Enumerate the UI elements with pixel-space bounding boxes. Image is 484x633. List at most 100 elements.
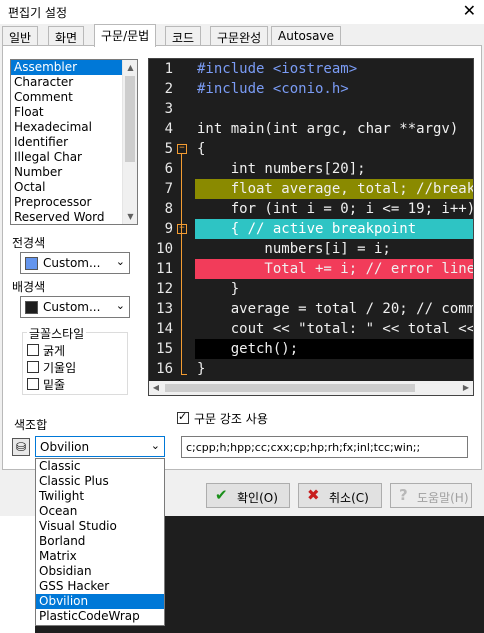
ok-button[interactable]: ✔ 확인(O): [206, 483, 290, 508]
font-style-group: 글꼴스타일 굵게 기울임 밑줄: [22, 325, 128, 395]
code-text: average = total / 20; // comment: [197, 301, 474, 317]
category-item[interactable]: Float: [11, 105, 137, 120]
line-number: 11: [156, 261, 173, 277]
line-number: 1: [164, 61, 173, 77]
editor-settings-dialog: 편집기 설정 ✕ 일반 화면 구문/문법 코드 구문완성 Autosave As…: [0, 0, 484, 516]
x-icon: ✖: [307, 486, 320, 504]
code-line: 2 #include <conio.h>: [149, 79, 473, 99]
category-item[interactable]: Number: [11, 165, 137, 180]
color-scheme-select[interactable]: Obvilion ⌄: [35, 436, 165, 457]
color-scheme-option[interactable]: Obsidian: [36, 564, 164, 579]
line-number: 14: [156, 321, 173, 337]
tab-code[interactable]: 코드: [165, 26, 202, 46]
chevron-down-icon: ⌄: [115, 255, 125, 268]
code-line: 14 cout << "total: " << total << "\n": [149, 319, 473, 339]
category-item[interactable]: Identifier: [11, 135, 137, 150]
line-number: 7: [164, 181, 173, 197]
foreground-label: 전경색: [12, 236, 46, 250]
code-text: { // active breakpoint: [197, 221, 417, 237]
category-item[interactable]: Assembler: [11, 60, 137, 75]
bold-checkbox[interactable]: [27, 344, 39, 356]
color-scheme-option[interactable]: GSS Hacker: [36, 579, 164, 594]
color-scheme-label: 색조합: [14, 418, 48, 432]
code-line: 11 Total += i; // error line: [149, 259, 474, 279]
bold-label: 굵게: [43, 344, 66, 358]
code-text: }: [197, 361, 206, 377]
foreground-color-select[interactable]: Custom... ⌄: [20, 252, 130, 274]
background-color-select[interactable]: Custom... ⌄: [20, 296, 130, 318]
color-scheme-option[interactable]: Twilight: [36, 489, 164, 504]
window-title: 편집기 설정: [8, 6, 68, 20]
color-scheme-option[interactable]: Classic Plus: [36, 474, 164, 489]
code-preview[interactable]: 1 #include <iostream> 2 #include <conio.h> 3…: [148, 58, 474, 396]
fold-guide-inner: [181, 233, 182, 297]
help-button[interactable]: ? 도움말(H): [390, 483, 472, 508]
tab-display[interactable]: 화면: [48, 26, 85, 46]
font-style-title: 글꼴스타일: [27, 325, 87, 342]
italic-label: 기울임: [43, 361, 77, 375]
line-number: 5: [164, 141, 173, 157]
fold-toggle-icon[interactable]: −: [177, 224, 187, 234]
code-line: 3: [149, 99, 473, 119]
category-item[interactable]: Illegal Char: [11, 150, 137, 165]
scroll-down-icon[interactable]: ▼: [123, 209, 137, 224]
color-scheme-option[interactable]: Ocean: [36, 504, 164, 519]
code-line: 8 for (int i = 0; i <= 19; i++): [149, 199, 473, 219]
background-swatch: [25, 301, 38, 314]
code-line: 16}: [149, 359, 473, 379]
code-text: #include <conio.h>: [197, 81, 349, 97]
cancel-label: 취소(C): [329, 491, 369, 505]
scroll-up-icon[interactable]: ▲: [123, 60, 137, 75]
tab-autosave[interactable]: Autosave: [271, 26, 341, 46]
tab-syntax[interactable]: 구문/문법: [94, 24, 157, 47]
fold-guide-end: [181, 374, 187, 375]
code-line: 7 float average, total; //breakpoint: [149, 179, 473, 199]
category-item[interactable]: Hexadecimal: [11, 120, 137, 135]
scrollbar-thumb[interactable]: [125, 76, 135, 162]
category-item[interactable]: Octal: [11, 180, 137, 195]
line-number: 8: [164, 201, 173, 217]
color-scheme-option[interactable]: Matrix: [36, 549, 164, 564]
color-scheme-value: Obvilion: [40, 440, 90, 454]
line-number: 2: [164, 81, 173, 97]
code-line: 5 {−: [149, 139, 473, 159]
fold-toggle-icon[interactable]: −: [177, 144, 187, 154]
code-text: getch();: [197, 341, 299, 357]
code-text: Total += i; // error line: [197, 261, 474, 277]
scroll-right-icon[interactable]: ▶: [459, 381, 473, 395]
tab-general[interactable]: 일반: [2, 26, 39, 46]
underline-checkbox[interactable]: [27, 378, 39, 390]
color-scheme-option[interactable]: Classic: [36, 459, 164, 474]
scrollbar-thumb[interactable]: [165, 384, 415, 392]
syntax-category-list[interactable]: Assembler Character Comment Float Hexadecima…: [10, 59, 138, 225]
cancel-button[interactable]: ✖ 취소(C): [298, 483, 382, 508]
palette-icon[interactable]: ⛁: [12, 438, 30, 456]
help-icon: ?: [399, 486, 408, 504]
help-label: 도움말(H): [417, 491, 469, 505]
code-text: #include <iostream>: [197, 61, 358, 77]
code-line: 4 int main(int argc, char **argv): [149, 119, 473, 139]
close-icon[interactable]: ✕: [463, 2, 476, 20]
italic-checkbox[interactable]: [27, 361, 39, 373]
category-item[interactable]: Reserved Word: [11, 210, 137, 224]
code-text: int main(int argc, char **argv): [197, 121, 459, 137]
foreground-swatch: [25, 257, 38, 270]
category-scrollbar[interactable]: ▲ ▼: [122, 60, 137, 224]
color-scheme-option[interactable]: PlasticCodeWrap: [36, 609, 164, 624]
color-scheme-option[interactable]: Visual Studio: [36, 519, 164, 534]
code-line: 9 { // active breakpoint−: [149, 219, 473, 239]
category-item[interactable]: Comment: [11, 90, 137, 105]
category-item[interactable]: Preprocessor: [11, 195, 137, 210]
color-scheme-option[interactable]: Borland: [36, 534, 164, 549]
color-scheme-dropdown[interactable]: Classic Classic Plus Twilight Ocean Visual S…: [35, 458, 165, 626]
scroll-left-icon[interactable]: ◀: [149, 381, 163, 395]
file-extensions-input[interactable]: c;cpp;h;hpp;cc;cxx;cp;hp;rh;fx;inl;tcc;w…: [181, 436, 468, 458]
color-scheme-option[interactable]: Obvilion: [36, 594, 164, 609]
code-text: float average, total; //breakpoint: [230, 181, 473, 197]
code-horizontal-scrollbar[interactable]: ◀ ▶: [149, 381, 473, 395]
line-number: 13: [156, 301, 173, 317]
tab-code-completion[interactable]: 구문완성: [210, 26, 269, 46]
syntax-highlight-checkbox[interactable]: ✓: [177, 410, 189, 424]
category-item[interactable]: Character: [11, 75, 137, 90]
line-number: 16: [156, 361, 173, 377]
